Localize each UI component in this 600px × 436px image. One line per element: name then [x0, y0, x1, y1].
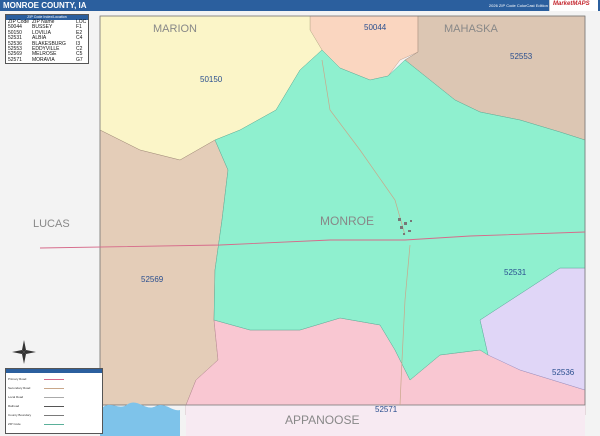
key-label: Railroad [8, 404, 20, 408]
key-label: Primary Road [8, 377, 27, 381]
county-label-mahaska: MAHASKA [444, 23, 498, 35]
zip-label-52553: 52553 [510, 52, 533, 61]
map-key: Primary Road Secondary Road Local Road R… [5, 368, 103, 434]
zip-label-52531: 52531 [504, 268, 527, 277]
key-label: ZIP Code [8, 422, 21, 426]
brand-logo: MarketMAPS [549, 0, 598, 11]
county-label-appanoose: APPANOOSE [285, 413, 359, 427]
zip-52569-region [99, 129, 229, 406]
map-title: MONROE COUNTY, IA [3, 1, 87, 10]
logo-text: MarketMAPS [553, 1, 590, 7]
county-label-marion: MARION [153, 23, 197, 35]
zip-label-52569: 52569 [141, 275, 164, 284]
edition-label: 2026 ZIP Code ColorCast Edition [488, 3, 548, 8]
zip-label-50044: 50044 [364, 23, 387, 32]
lake [100, 402, 180, 436]
legend-place: MORAVIA [32, 56, 55, 63]
county-label-lucas: LUCAS [33, 218, 70, 230]
legend-loc: G7 [76, 56, 83, 63]
county-label-monroe: MONROE [320, 214, 374, 228]
key-swatch [44, 397, 64, 398]
key-swatch [44, 415, 64, 416]
title-bar: MONROE COUNTY, IA 2026 ZIP Code ColorCas… [0, 0, 600, 11]
zip-label-52571: 52571 [375, 405, 398, 414]
key-swatch [44, 424, 64, 425]
zip-label-50150: 50150 [200, 75, 223, 84]
zip-index-legend: ZIP Code Index/Location ZIP Code ZIP Nam… [5, 14, 89, 65]
zip-label-52536: 52536 [552, 368, 575, 377]
key-swatch [44, 379, 64, 380]
key-swatch [44, 406, 64, 407]
key-label: County Boundary [8, 413, 32, 417]
legend-zip: 52571 [8, 56, 22, 63]
legend-row: 52571 MORAVIA G7 [6, 56, 88, 63]
key-label: Local Road [8, 395, 24, 399]
key-swatch [44, 388, 64, 389]
key-label: Secondary Road [8, 386, 31, 390]
map-key-header [6, 369, 102, 373]
